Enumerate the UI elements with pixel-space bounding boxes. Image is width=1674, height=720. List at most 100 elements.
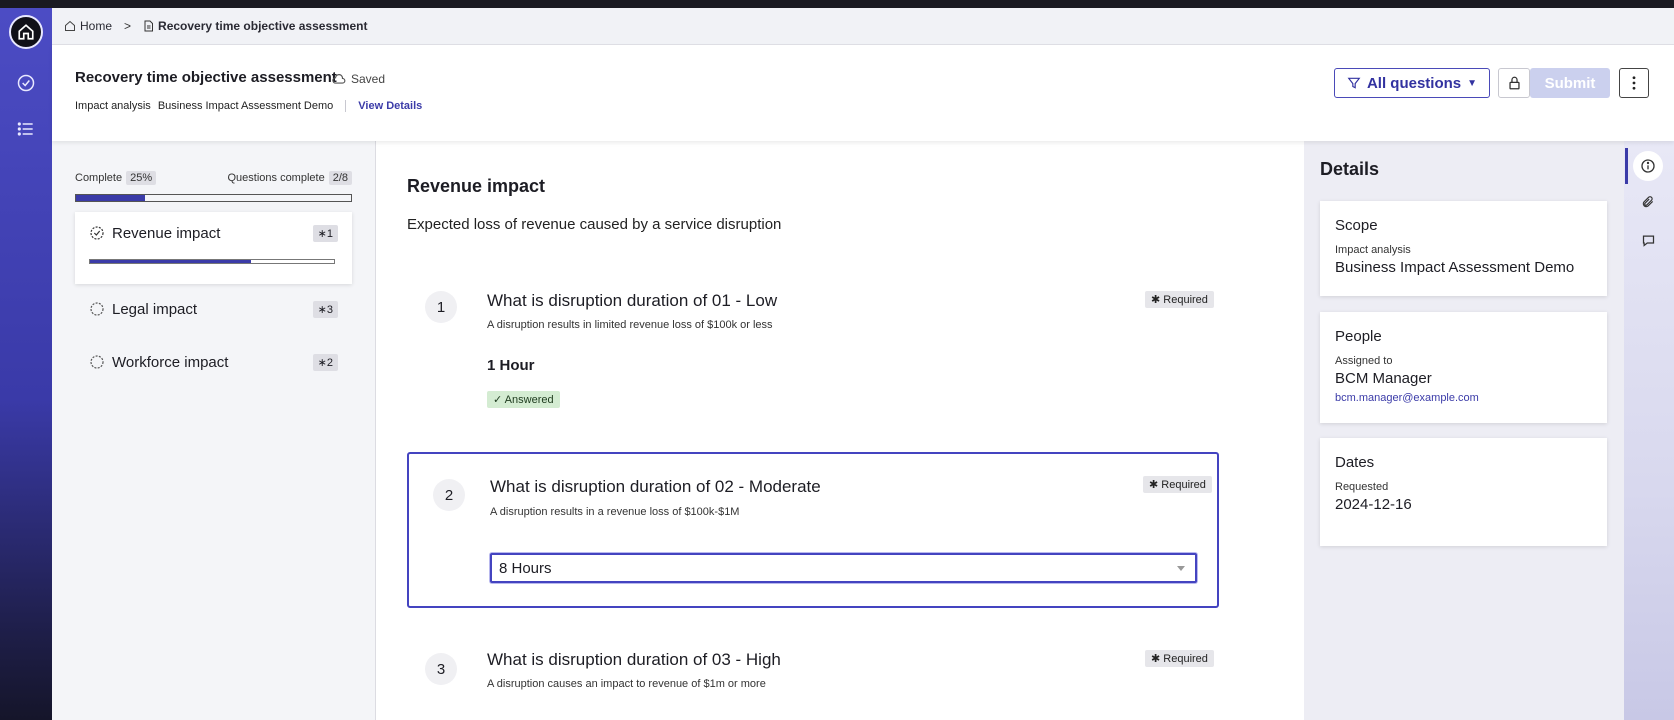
- impact-analysis-label: Impact analysis: [75, 100, 151, 112]
- save-status-label: Saved: [351, 72, 386, 86]
- section-label: Revenue impact: [112, 225, 221, 242]
- question-help: A disruption causes an impact to revenue…: [487, 678, 766, 690]
- question-2[interactable]: 2 What is disruption duration of 02 - Mo…: [407, 452, 1219, 608]
- kebab-icon: [1632, 76, 1636, 90]
- section-item-legal-impact[interactable]: Legal impact ∗3: [75, 285, 352, 333]
- answered-badge: ✓ Answered: [487, 391, 560, 408]
- active-tab-indicator: [1625, 148, 1628, 184]
- divider: [345, 100, 347, 112]
- questions-complete-count: 2/8: [328, 171, 352, 185]
- assessment-header: Recovery time objective assessment Saved…: [52, 45, 1674, 141]
- home-icon: [65, 20, 75, 31]
- breadcrumb-home-label: Home: [80, 19, 113, 33]
- section-required-count: ∗3: [312, 300, 338, 318]
- required-label: Required: [1163, 653, 1208, 665]
- attachments-tab[interactable]: [1633, 187, 1663, 217]
- all-questions-filter-button[interactable]: All questions ▼: [1334, 68, 1490, 98]
- list-button[interactable]: [9, 112, 43, 146]
- details-title: Details: [1320, 159, 1380, 179]
- tasks-button[interactable]: [9, 66, 43, 100]
- top-strip: [0, 0, 1674, 8]
- section-nav-panel: Complete 25% Questions complete 2/8 Revenu…: [52, 141, 376, 720]
- in-progress-circle-icon: [90, 226, 104, 240]
- header-subtitle: Impact analysis Business Impact Assessme…: [75, 100, 422, 112]
- filter-icon: [1347, 77, 1361, 89]
- list-icon: [17, 122, 33, 136]
- section-item-workforce-impact[interactable]: Workforce impact ∗2: [75, 338, 352, 386]
- section-label: Workforce impact: [112, 353, 229, 371]
- section-progress-bar: [89, 259, 335, 264]
- overall-progress-bar: [75, 194, 352, 202]
- info-tab[interactable]: [1633, 151, 1663, 181]
- questions-main: Revenue impact Expected loss of revenue …: [376, 141, 1304, 720]
- chevron-right-icon: >: [124, 19, 132, 33]
- required-label: Required: [1163, 294, 1208, 306]
- details-panel: Details Scope Impact analysis Business I…: [1304, 141, 1624, 720]
- requested-label: Requested: [1335, 481, 1389, 493]
- question-1: 1 What is disruption duration of 01 - Lo…: [407, 291, 1219, 431]
- duration-select-value: 8 Hours: [499, 559, 552, 577]
- dates-card: Dates Requested 2024-12-16: [1320, 438, 1607, 546]
- people-card: People Assigned to BCM Manager bcm.manag…: [1320, 312, 1607, 423]
- dates-heading: Dates: [1335, 454, 1375, 471]
- assigned-to-label: Assigned to: [1335, 355, 1393, 367]
- answered-label: Answered: [504, 394, 554, 406]
- details-tab-rail: [1624, 141, 1674, 720]
- paperclip-icon: [1642, 196, 1654, 208]
- lock-icon: [1508, 76, 1520, 90]
- breadcrumb-current-label: Recovery time objective assessment: [158, 19, 368, 33]
- question-answer[interactable]: 1 Hour: [487, 357, 535, 374]
- submit-button[interactable]: Submit: [1530, 68, 1610, 98]
- complete-label: Complete: [75, 172, 123, 184]
- question-number: 3: [425, 653, 457, 685]
- empty-circle-icon: [90, 355, 104, 369]
- comments-tab[interactable]: [1633, 225, 1663, 255]
- section-item-revenue-impact[interactable]: Revenue impact ∗1: [75, 212, 352, 284]
- more-actions-button[interactable]: [1619, 68, 1649, 98]
- question-title: What is disruption duration of 01 - Low: [487, 291, 778, 310]
- view-details-link[interactable]: View Details: [358, 100, 422, 112]
- required-badge: ✱ Required: [1143, 476, 1212, 493]
- questions-complete-stat: Questions complete 2/8: [227, 171, 352, 185]
- empty-circle-icon: [90, 302, 104, 316]
- overall-progress-fill: [76, 195, 145, 201]
- breadcrumb-current: Recovery time objective assessment: [143, 19, 367, 33]
- duration-select[interactable]: 8 Hours: [490, 553, 1197, 583]
- home-button[interactable]: [9, 15, 43, 49]
- page-title: Recovery time objective assessment: [75, 69, 337, 86]
- scope-heading: Scope: [1335, 217, 1378, 234]
- questions-complete-label: Questions complete: [227, 172, 325, 184]
- comment-icon: [1642, 235, 1654, 247]
- breadcrumb-home[interactable]: Home: [64, 19, 112, 33]
- required-badge: ✱ Required: [1145, 291, 1214, 308]
- section-required-count: ∗2: [312, 353, 338, 371]
- filter-label: All questions: [1366, 74, 1462, 92]
- progress-labels: Complete 25% Questions complete 2/8: [75, 171, 352, 185]
- info-icon: [1641, 159, 1655, 173]
- caret-down-icon: ▼: [1467, 77, 1478, 89]
- complete-percent: 25%: [126, 171, 157, 185]
- cloud-icon: [332, 74, 346, 84]
- question-help: A disruption results in limited revenue …: [487, 319, 773, 331]
- question-3: 3 What is disruption duration of 03 - Hi…: [407, 650, 1219, 720]
- question-number: 1: [425, 291, 457, 323]
- question-number: 2: [433, 479, 465, 511]
- check-circle-icon: [17, 74, 35, 92]
- people-heading: People: [1335, 328, 1382, 345]
- section-required-count: ∗1: [312, 225, 338, 242]
- section-description: Expected loss of revenue caused by a ser…: [407, 216, 782, 233]
- save-status: Saved: [332, 72, 385, 86]
- requested-value: 2024-12-16: [1335, 496, 1412, 513]
- scope-label: Impact analysis: [1335, 244, 1411, 256]
- question-title: What is disruption duration of 03 - High: [487, 650, 781, 669]
- home-icon: [18, 24, 34, 40]
- question-title: What is disruption duration of 02 - Mode…: [490, 477, 821, 496]
- assignee-email-link[interactable]: bcm.manager@example.com: [1335, 392, 1479, 404]
- file-icon: [144, 20, 154, 32]
- section-title: Revenue impact: [407, 176, 546, 196]
- impact-analysis-value: Business Impact Assessment Demo: [157, 100, 334, 112]
- app-rail: [0, 8, 52, 720]
- breadcrumb: Home > Recovery time objective assessmen…: [52, 8, 1674, 45]
- lock-button[interactable]: [1498, 68, 1530, 98]
- section-progress-fill: [90, 260, 252, 263]
